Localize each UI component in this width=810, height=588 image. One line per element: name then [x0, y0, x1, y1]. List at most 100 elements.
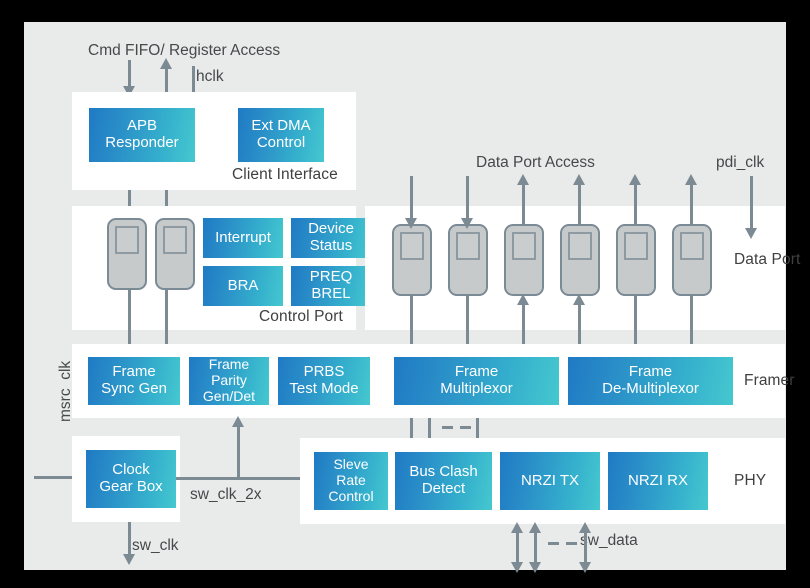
- wire-sw-clk: [128, 522, 131, 556]
- wire-sw-clk-2x-up: [237, 422, 240, 478]
- block-line: Sleve: [333, 456, 369, 473]
- block-prbs-test-mode[interactable]: PRBS Test Mode: [278, 357, 370, 405]
- block-interrupt[interactable]: Interrupt: [203, 218, 283, 258]
- block-nrzi-tx[interactable]: NRZI TX: [500, 452, 600, 510]
- arrow-dpa-1-down: [461, 218, 473, 229]
- block-bus-clash-detect[interactable]: Bus Clash Detect: [395, 452, 492, 510]
- label-sw-clk: sw_clk: [132, 537, 179, 554]
- block-line: Test Mode: [289, 380, 359, 397]
- wire-ctrl-down: [128, 290, 131, 352]
- block-sleve-rate-control[interactable]: Sleve Rate Control: [314, 452, 388, 510]
- block-bra[interactable]: BRA: [203, 266, 283, 306]
- wire-pdi-clk: [750, 176, 753, 230]
- panel-control-port: Interrupt Device Status BRA PREQ BREL Co…: [72, 206, 371, 330]
- panel-label-phy: PHY: [734, 472, 767, 489]
- block-line: Clock: [112, 461, 150, 479]
- arrow-dpa-4-up: [629, 174, 641, 185]
- block-line: APB: [126, 117, 157, 135]
- arrow-sw-data-0-down: [511, 562, 523, 573]
- block-ext-dma-control[interactable]: Ext DMA Control: [238, 108, 324, 162]
- panel-client-interface: APB Responder Ext DMA Control Client Int…: [72, 92, 356, 190]
- wire-dpa-3: [578, 180, 581, 224]
- block-line: NRZI TX: [520, 471, 580, 489]
- panel-clock: Clock Gear Box: [72, 436, 180, 522]
- block-line: Control: [328, 487, 374, 504]
- block-line: Bus Clash: [409, 463, 478, 481]
- block-line: Gear Box: [99, 478, 163, 495]
- block-line: Rate: [336, 472, 366, 489]
- block-line: PREQ: [309, 268, 353, 286]
- panel-framer: Frame Sync Gen Frame Parity Gen/Det PRBS…: [72, 344, 794, 418]
- arrow-cmd-out: [160, 58, 172, 69]
- arrow-sw-data-1-up: [529, 522, 541, 533]
- label-cmd-fifo-register-access: Cmd FIFO/ Register Access: [88, 42, 281, 59]
- arrow-sw-clk: [123, 554, 135, 565]
- diagram-canvas: Cmd FIFO/ Register Access hclk Data Port…: [24, 22, 800, 573]
- block-apb-responder[interactable]: APB Responder: [89, 108, 195, 162]
- arrow-dpa-0-down: [405, 218, 417, 229]
- fifo-data-4: [616, 224, 656, 296]
- block-line: Sync Gen: [101, 380, 167, 397]
- block-frame-sync-gen[interactable]: Frame Sync Gen: [88, 357, 180, 405]
- block-line: PRBS: [303, 363, 345, 381]
- block-device-status[interactable]: Device Status: [291, 218, 371, 258]
- dash-sw-data-1: [566, 542, 577, 545]
- block-frame-parity-gen-det[interactable]: Frame Parity Gen/Det: [189, 357, 269, 405]
- dash-fm-phy-0: [442, 426, 453, 429]
- block-nrzi-rx[interactable]: NRZI RX: [608, 452, 708, 510]
- block-line: De-Multiplexor: [602, 380, 699, 397]
- panel-label-framer: Framer: [744, 372, 795, 389]
- block-line: Frame: [628, 363, 673, 381]
- label-sw-clk-2x: sw_clk_2x: [190, 486, 262, 503]
- block-clock-gear-box[interactable]: Clock Gear Box: [86, 450, 176, 508]
- block-line: Multiplexor: [440, 380, 513, 397]
- arrow-dpa-5-up: [685, 174, 697, 185]
- arrow-sw-data-2-down: [579, 562, 591, 573]
- arrow-sw-data-2-up: [579, 522, 591, 533]
- block-line: BREL: [311, 285, 351, 302]
- wire-sw-data-2: [584, 528, 587, 564]
- wire-dpa-1: [466, 176, 469, 220]
- arrow-fm-dp-2: [517, 294, 529, 305]
- block-line: Frame: [208, 356, 250, 373]
- arrow-sw-data-0-up: [511, 522, 523, 533]
- arrow-dpa-3-up: [573, 174, 585, 185]
- block-line: Ext DMA: [251, 117, 311, 135]
- wire-sw-data-1: [534, 528, 537, 564]
- arrow-fm-dp-3: [573, 294, 585, 305]
- wire-dpa-4: [634, 180, 637, 224]
- panel-label-client-interface: Client Interface: [232, 166, 338, 183]
- block-line: Status: [309, 237, 353, 254]
- block-frame-de-multiplexor[interactable]: Frame De-Multiplexor: [568, 357, 733, 405]
- wire-cmd-in: [128, 60, 131, 88]
- dash-fm-phy-1: [460, 426, 471, 429]
- block-line: Control: [256, 134, 306, 151]
- block-line: Parity: [211, 372, 247, 389]
- block-frame-multiplexor[interactable]: Frame Multiplexor: [394, 357, 559, 405]
- block-preq-brel[interactable]: PREQ BREL: [291, 266, 371, 306]
- panel-data-port: Data Port: [365, 206, 800, 330]
- fifo-data-2: [504, 224, 544, 296]
- fifo-data-3: [560, 224, 600, 296]
- label-sw-data: sw_data: [580, 532, 638, 549]
- panel-phy: Sleve Rate Control Bus Clash Detect NRZI…: [300, 438, 785, 524]
- arrow-sw-clk-2x-parity: [232, 416, 244, 427]
- label-hclk: hclk: [196, 68, 224, 85]
- block-line: Device: [308, 220, 354, 238]
- block-line: Detect: [421, 480, 466, 497]
- panel-label-control-port: Control Port: [259, 308, 343, 325]
- block-line: Responder: [105, 134, 179, 151]
- block-line: BRA: [227, 276, 259, 294]
- panel-label-data-port: Data Port: [734, 251, 801, 268]
- block-line: Interrupt: [215, 228, 271, 246]
- wire-dpa-5: [690, 180, 693, 224]
- arrow-pdi-clk: [745, 228, 757, 239]
- wire-dpa-2: [522, 180, 525, 224]
- diagram-frame: Cmd FIFO/ Register Access hclk Data Port…: [0, 0, 810, 588]
- fifo-control-0: [107, 218, 147, 290]
- fifo-data-0: [392, 224, 432, 296]
- label-pdi-clk: pdi_clk: [716, 154, 765, 171]
- fifo-control-1: [155, 218, 195, 290]
- wire-sw-clk-2x: [176, 477, 316, 480]
- wire-ctrl-up: [165, 290, 168, 352]
